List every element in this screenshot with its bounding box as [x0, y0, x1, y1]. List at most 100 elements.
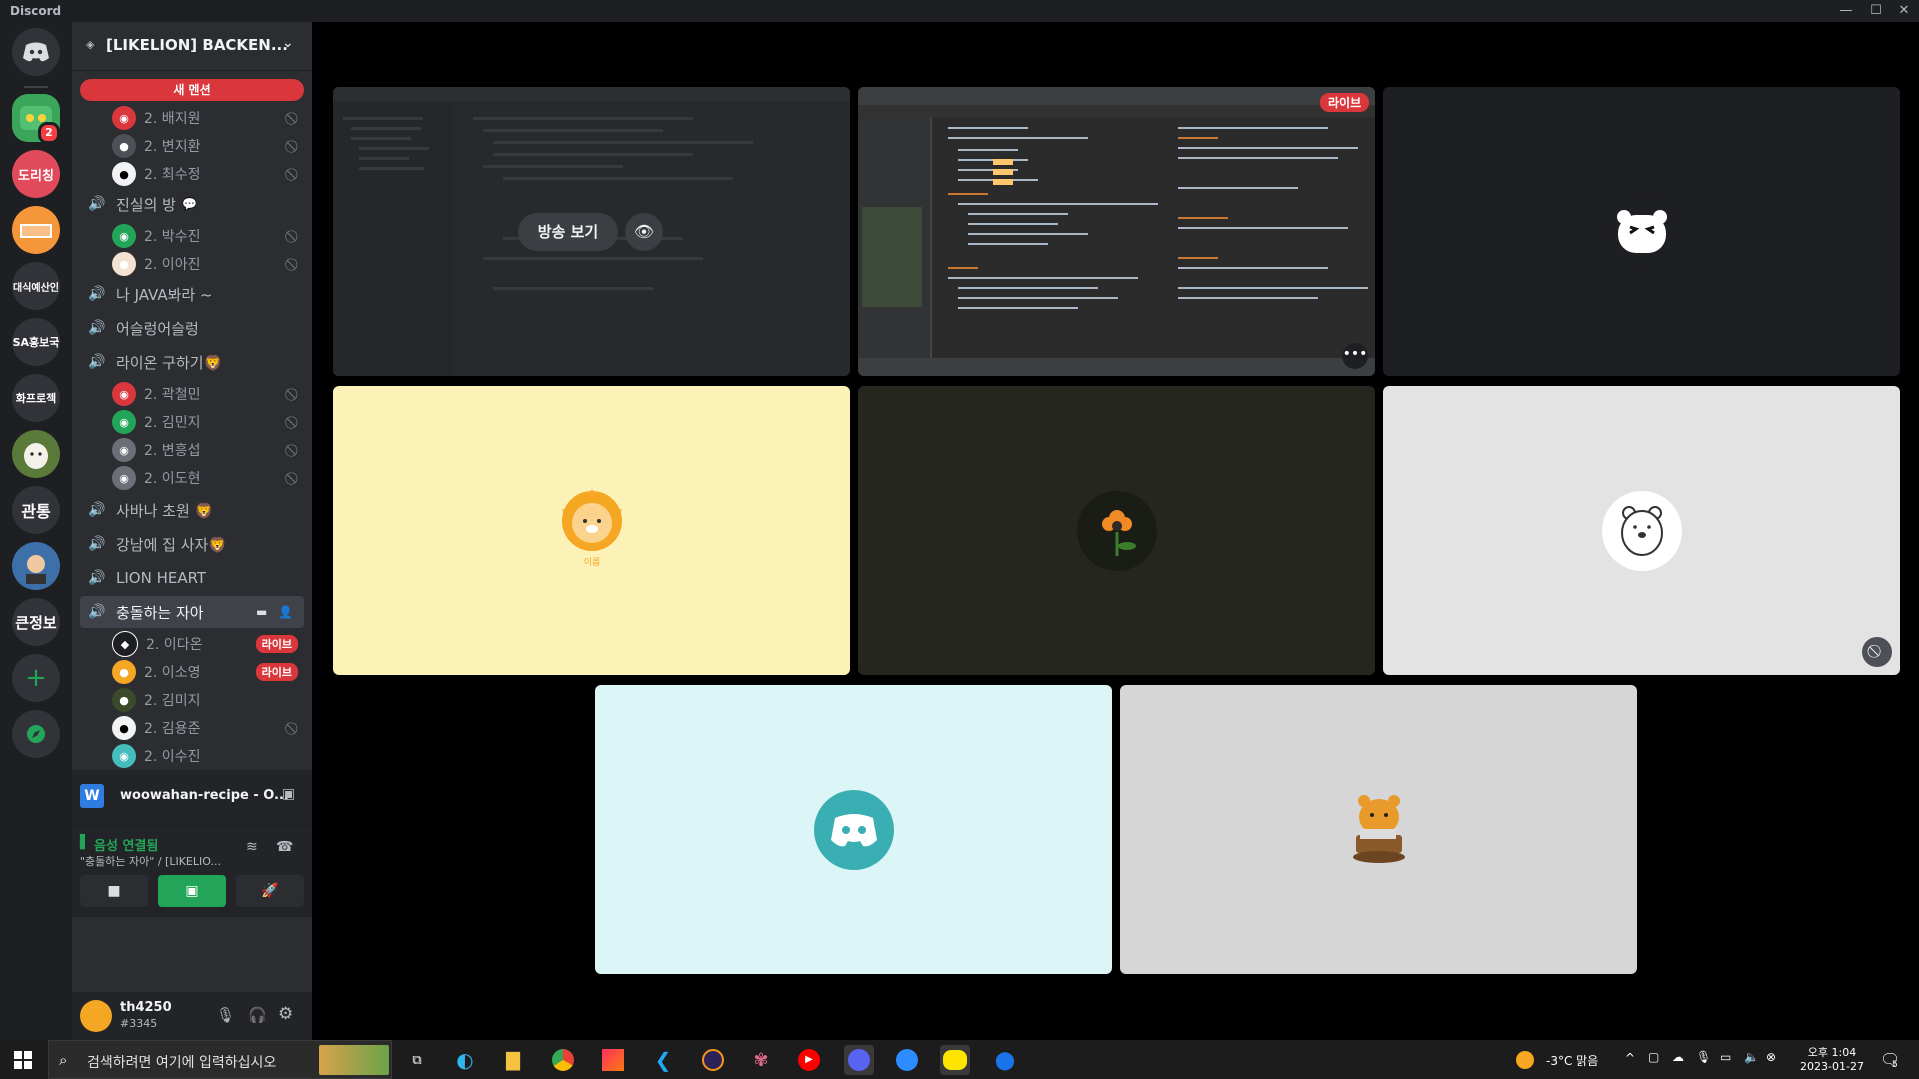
guild-icon-5[interactable]: SA홍보국: [12, 318, 60, 366]
open-chat-icon[interactable]: ▬: [256, 605, 267, 619]
voice-user[interactable]: ◉ 2. 이수진: [112, 742, 304, 770]
discord-home-button[interactable]: [12, 28, 60, 76]
watch-together-button[interactable]: 👁: [625, 213, 663, 251]
headphones-icon[interactable]: 🎧: [248, 1006, 267, 1024]
voice-user[interactable]: ◉ 2. 박수진 ⃠: [112, 222, 304, 250]
stream-tile-preview[interactable]: 방송 보기 👁: [333, 87, 850, 376]
voice-status[interactable]: 음성 연결됨: [94, 835, 158, 854]
taskbar-app-youtube[interactable]: ▶: [794, 1045, 824, 1075]
battery-icon[interactable]: ▭: [1720, 1050, 1731, 1064]
signal-icon[interactable]: ▌: [80, 835, 90, 850]
taskbar-app-zoom[interactable]: [892, 1045, 922, 1075]
new-mention-banner[interactable]: 새 멘션: [80, 79, 304, 101]
voice-user[interactable]: ◆ 2. 이다온 라이브: [112, 630, 304, 658]
cloud-icon[interactable]: ☁: [1672, 1050, 1684, 1064]
video-tile-3[interactable]: [1383, 87, 1900, 376]
weather-icon[interactable]: [1516, 1051, 1534, 1069]
taskbar-app-chrome[interactable]: [548, 1045, 578, 1075]
activities-button[interactable]: 🚀: [236, 875, 304, 907]
guild-icon-10[interactable]: 큰정보: [12, 598, 60, 646]
explore-button[interactable]: [12, 710, 60, 758]
stream-tile-live[interactable]: 라이브 •••: [858, 87, 1375, 376]
guild-icon-2[interactable]: 도리칭: [12, 150, 60, 198]
voice-user[interactable]: ● 2. 김용준 ⃠: [112, 714, 304, 742]
voice-channel-savanna[interactable]: 🔊 사바나 초원 🦁: [80, 494, 304, 526]
chevron-up-icon[interactable]: ^: [1625, 1051, 1635, 1065]
weather-text[interactable]: -3°C 맑음: [1546, 1052, 1598, 1069]
video-tile-7[interactable]: [595, 685, 1112, 974]
task-view-button[interactable]: ⧉: [402, 1045, 432, 1075]
channel-label: 충돌하는 자아: [116, 603, 204, 622]
voice-channel-gangnam[interactable]: 🔊 강남에 집 사자🦁: [80, 528, 304, 560]
taskbar-app-network[interactable]: ✾: [746, 1045, 776, 1075]
guild-icon-6[interactable]: 화프로젝: [12, 374, 60, 422]
voice-channel-java[interactable]: 🔊 나 JAVA봐라 ~: [80, 278, 304, 310]
taskbar-app-vscode[interactable]: ❮: [648, 1045, 678, 1075]
notification-center-button[interactable]: 🗨 5: [1874, 1046, 1904, 1074]
invite-icon[interactable]: 👤: [278, 605, 293, 619]
voice-channel-lionheart[interactable]: 🔊 LION HEART: [80, 562, 304, 594]
maximize-icon[interactable]: ☐: [1861, 0, 1891, 22]
voice-user[interactable]: ● 2. 이아진 ⃠: [112, 250, 304, 278]
voice-channel-eoseul[interactable]: 🔊 어슬렁어슬렁: [80, 312, 304, 344]
taskbar-app-intellij[interactable]: [598, 1045, 628, 1075]
server-header[interactable]: ◈ [LIKELION] BACKEN... ⌄: [72, 22, 312, 71]
camera-button[interactable]: ■: [80, 875, 148, 907]
video-tile-5[interactable]: [858, 386, 1375, 675]
volume-icon[interactable]: 🔈: [1744, 1050, 1759, 1064]
guild-icon-7[interactable]: [12, 430, 60, 478]
taskbar-app-edge[interactable]: ◐: [450, 1045, 480, 1075]
avatar[interactable]: [80, 1000, 112, 1032]
taskbar-app-discord[interactable]: [844, 1045, 874, 1075]
guild-label: 도리칭: [18, 168, 54, 184]
add-server-icon: +: [25, 663, 47, 693]
voice-channel-impulse[interactable]: 🔊 충돌하는 자아 ▬ 👤: [80, 596, 304, 628]
video-tile-8[interactable]: [1120, 685, 1637, 974]
minimize-icon[interactable]: —: [1831, 0, 1861, 22]
disconnect-icon[interactable]: ☎: [276, 839, 293, 855]
channel-label: 라이온 구하기🦁: [116, 353, 223, 372]
voice-user[interactable]: ● 2. 이소영 라이브: [112, 658, 304, 686]
stop-streaming-icon[interactable]: ▣: [282, 786, 295, 802]
video-tile-4[interactable]: 이름: [333, 386, 850, 675]
taskbar-app-maps[interactable]: ⬤: [990, 1045, 1020, 1075]
voice-channel-truth-room[interactable]: 🔊 진실의 방 💬: [80, 188, 304, 220]
close-icon[interactable]: ✕: [1889, 0, 1919, 22]
noise-suppression-icon[interactable]: ≋: [246, 839, 258, 855]
voice-user[interactable]: ● 2. 변지환 ⃠: [112, 132, 304, 160]
voice-user[interactable]: ● 2. 김미지: [112, 686, 304, 714]
user-panel: th4250 #3345 🎙 🎧 ⚙: [72, 992, 312, 1040]
ryan-character-icon: [1352, 794, 1405, 863]
guild-icon-3[interactable]: [12, 206, 60, 254]
screen-share-button[interactable]: ▣: [158, 875, 226, 907]
more-options-button[interactable]: •••: [1342, 343, 1368, 369]
watch-stream-button[interactable]: 방송 보기: [518, 213, 618, 251]
taskbar-app-explorer[interactable]: ▇: [498, 1045, 528, 1075]
guild-icon-8[interactable]: 관통: [12, 486, 60, 534]
chevron-down-icon[interactable]: ⌄: [282, 35, 294, 51]
microphone-tray-icon[interactable]: 🎙: [1696, 1050, 1711, 1064]
taskbar-search[interactable]: ⌕ 검색하려면 여기에 입력하십시오: [48, 1040, 392, 1079]
taskbar-app-kakaotalk[interactable]: [940, 1045, 970, 1075]
voice-user[interactable]: ◉ 2. 김민지 ⃠: [112, 408, 304, 436]
voice-panel: ▌ 음성 연결됨 "충돌하는 자아" / [LIKELIO... ≋ ☎ ■ ▣…: [72, 824, 312, 917]
microphone-icon[interactable]: 🎙: [216, 1006, 235, 1024]
voice-user[interactable]: ◉ 2. 변흥섭 ⃠: [112, 436, 304, 464]
guild-icon-4[interactable]: 대식예산인: [12, 262, 60, 310]
guild-icon-9[interactable]: [12, 542, 60, 590]
voice-user[interactable]: ● 2. 최수정 ⃠: [112, 160, 304, 188]
voice-channel-lion-rescue[interactable]: 🔊 라이온 구하기🦁: [80, 346, 304, 378]
voice-user[interactable]: ◉ 2. 곽철민 ⃠: [112, 380, 304, 408]
add-server-button[interactable]: +: [12, 654, 60, 702]
windows-start-button[interactable]: [8, 1045, 38, 1075]
explore-icon: [27, 725, 45, 743]
tray-app-icon[interactable]: ▢: [1648, 1050, 1659, 1064]
clock[interactable]: 오후 1:04 2023-01-27: [1790, 1042, 1874, 1078]
gear-icon[interactable]: ⚙: [278, 1004, 293, 1024]
network-offline-icon[interactable]: ⊗: [1766, 1050, 1776, 1064]
voice-channel-name[interactable]: "충돌하는 자아" / [LIKELIO...: [80, 853, 221, 869]
voice-user[interactable]: ◉ 2. 배지원 ⃠: [112, 104, 304, 132]
voice-user[interactable]: ◉ 2. 이도현 ⃠: [112, 464, 304, 492]
taskbar-app-eclipse[interactable]: [698, 1045, 728, 1075]
video-tile-6[interactable]: ⃠: [1383, 386, 1900, 675]
